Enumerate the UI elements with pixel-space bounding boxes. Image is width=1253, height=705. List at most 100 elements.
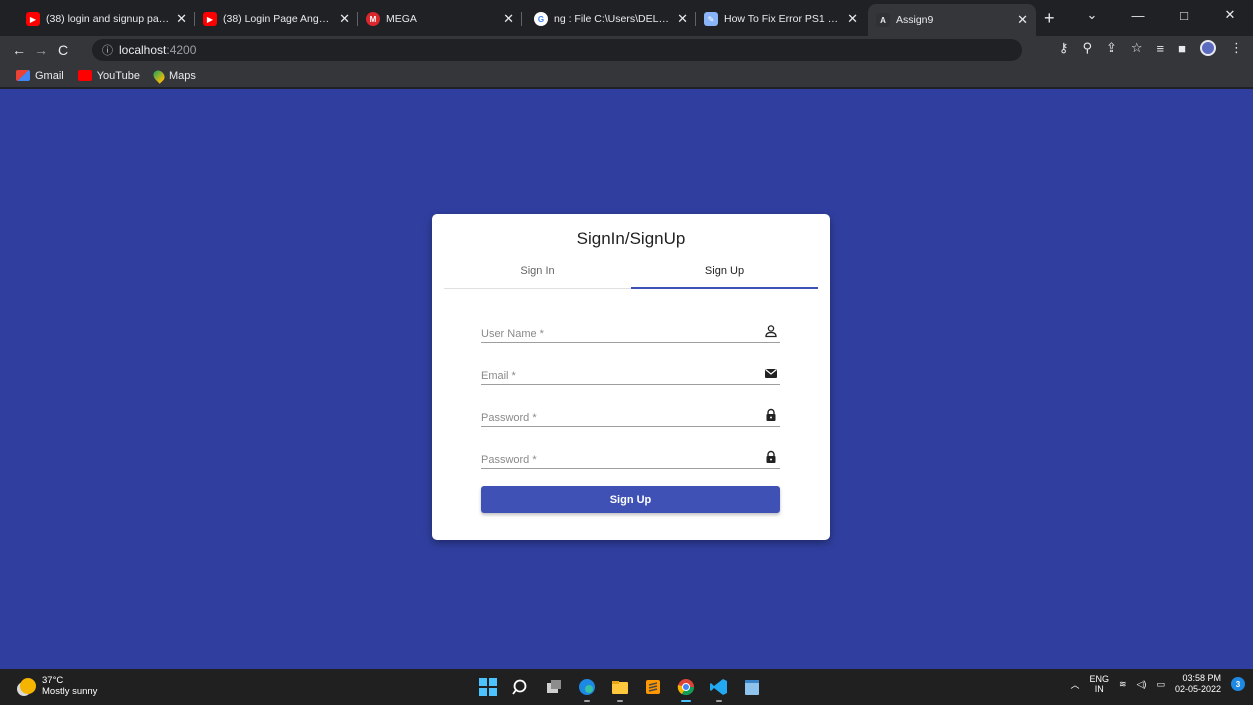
- lang-bottom: IN: [1094, 684, 1104, 694]
- active-indicator: [681, 700, 691, 702]
- mega-icon: M: [366, 12, 380, 26]
- menu-icon[interactable]: ⋮: [1230, 40, 1243, 56]
- lock-icon: [766, 408, 776, 421]
- confirm-password-input[interactable]: [481, 454, 751, 466]
- taskbar-apps: [476, 675, 764, 702]
- chrome-icon[interactable]: [674, 675, 698, 702]
- page-background: SignIn/SignUp Sign In Sign Up User Name …: [0, 89, 1253, 669]
- start-icon[interactable]: [476, 675, 500, 699]
- tab-search-icon[interactable]: ⌄: [1069, 7, 1115, 23]
- sign-up-button[interactable]: Sign Up: [481, 486, 780, 513]
- password-field: [481, 397, 780, 427]
- windows-taskbar: 37°C Mostly sunny ︿ ENG IN ≋ ◁) ▭ 03:58 …: [0, 669, 1253, 705]
- edge-icon[interactable]: [575, 675, 599, 702]
- notification-badge[interactable]: 3: [1231, 677, 1245, 691]
- bookmark-youtube[interactable]: YouTube: [77, 69, 140, 82]
- new-tab-button[interactable]: +: [1044, 9, 1055, 27]
- url-host: localhost: [119, 43, 167, 57]
- reading-list-icon[interactable]: ≡: [1157, 41, 1165, 56]
- maps-icon: [151, 67, 167, 84]
- running-indicator: [617, 700, 623, 702]
- weather-sun-icon: [20, 678, 36, 694]
- profile-avatar[interactable]: [1200, 40, 1216, 56]
- forward-icon[interactable]: →: [30, 42, 52, 58]
- clock-date: 02-05-2022: [1174, 684, 1221, 694]
- confirm-password-field: [481, 439, 780, 469]
- star-icon[interactable]: ☆: [1131, 40, 1143, 56]
- close-icon[interactable]: ✕: [847, 11, 858, 27]
- wifi-icon[interactable]: ≋: [1119, 679, 1127, 690]
- bookmark-gmail[interactable]: Gmail: [16, 70, 64, 82]
- browser-tab-active[interactable]: A Assign9 ✕: [868, 4, 1036, 36]
- close-window-icon[interactable]: ✕: [1207, 7, 1253, 23]
- username-input[interactable]: [481, 328, 751, 340]
- password-input[interactable]: [481, 412, 751, 424]
- system-tray: ︿ ENG IN ≋ ◁) ▭ 03:58 PM 02-05-2022 3: [1070, 673, 1245, 695]
- lang-top: ENG: [1089, 674, 1109, 684]
- toolbar-actions: ⚷ ⚲ ⇪ ☆ ≡ ■ ⋮: [1059, 40, 1243, 56]
- tab-title: ng : File C:\Users\DELL\App: [554, 13, 671, 25]
- file-explorer-icon[interactable]: [608, 675, 632, 702]
- side-panel-icon[interactable]: ■: [1178, 41, 1186, 56]
- search-icon[interactable]: [509, 675, 533, 699]
- tab-sign-up[interactable]: Sign Up: [631, 259, 818, 289]
- maximize-icon[interactable]: □: [1161, 8, 1207, 23]
- window-controls: ⌄ — □ ✕: [1069, 0, 1253, 30]
- person-icon: [765, 325, 777, 338]
- minimize-icon[interactable]: —: [1115, 8, 1161, 23]
- back-icon[interactable]: ←: [8, 42, 30, 58]
- tab-title: (38) login and signup page: [46, 13, 171, 25]
- browser-tab[interactable]: ✎ How To Fix Error PS1 Can N ✕: [696, 4, 866, 34]
- email-input[interactable]: [481, 370, 751, 382]
- auth-card: SignIn/SignUp Sign In Sign Up User Name …: [432, 214, 830, 540]
- running-indicator: [584, 700, 590, 702]
- bookmark-label: Maps: [168, 69, 196, 82]
- browser-toolbar: ← → C ⓘ localhost:4200 ⚷ ⚲ ⇪ ☆ ≡ ■ ⋮: [0, 36, 1253, 64]
- browser-tab[interactable]: ▶ (38) login and signup page ✕: [18, 4, 195, 34]
- share-icon[interactable]: ⇪: [1106, 40, 1117, 56]
- gmail-icon: [16, 70, 30, 81]
- close-icon[interactable]: ✕: [339, 11, 350, 27]
- bookmark-label: YouTube: [96, 69, 140, 82]
- auth-tabs: Sign In Sign Up: [444, 259, 818, 289]
- battery-icon[interactable]: ▭: [1156, 679, 1165, 690]
- key-icon[interactable]: ⚷: [1059, 40, 1069, 56]
- vscode-icon[interactable]: [707, 675, 731, 702]
- sublime-icon[interactable]: [641, 675, 665, 699]
- weather-widget[interactable]: 37°C Mostly sunny: [20, 675, 97, 697]
- info-icon[interactable]: ⓘ: [102, 42, 113, 58]
- chevron-up-icon[interactable]: ︿: [1070, 678, 1079, 691]
- clock[interactable]: 03:58 PM 02-05-2022: [1175, 673, 1221, 695]
- task-view-icon[interactable]: [542, 675, 566, 699]
- card-title: SignIn/SignUp: [576, 229, 686, 248]
- browser-tab[interactable]: M MEGA ✕: [358, 4, 522, 34]
- close-icon[interactable]: ✕: [503, 11, 514, 27]
- bookmark-label: Gmail: [35, 69, 64, 82]
- browser-tab-strip: ▶ (38) login and signup page ✕ ▶ (38) Lo…: [0, 0, 1253, 36]
- bookmark-maps[interactable]: Maps: [151, 67, 196, 84]
- zoom-icon[interactable]: ⚲: [1082, 40, 1092, 56]
- google-icon: G: [534, 12, 548, 26]
- close-icon[interactable]: ✕: [677, 11, 688, 27]
- youtube-icon: ▶: [26, 12, 40, 26]
- url-port: :4200: [166, 43, 197, 57]
- bookmarks-bar: Gmail YouTube Maps: [0, 64, 1253, 88]
- browser-tab[interactable]: G ng : File C:\Users\DELL\App ✕: [526, 4, 696, 34]
- tab-sign-in[interactable]: Sign In: [444, 259, 631, 288]
- running-indicator: [716, 700, 722, 702]
- close-icon[interactable]: ✕: [176, 11, 187, 27]
- notepad-icon[interactable]: [740, 675, 764, 699]
- language-indicator[interactable]: ENG IN: [1089, 674, 1109, 694]
- weather-text: Mostly sunny: [42, 686, 98, 697]
- close-icon[interactable]: ✕: [1017, 12, 1028, 28]
- weather-temp: 37°C: [42, 675, 64, 686]
- volume-icon[interactable]: ◁): [1137, 679, 1147, 690]
- youtube-icon: ▶: [203, 12, 217, 26]
- reload-icon[interactable]: C: [52, 42, 74, 58]
- clock-time: 03:58 PM: [1182, 673, 1221, 683]
- lock-icon: [766, 450, 776, 463]
- tab-title: Assign9: [896, 14, 934, 26]
- address-bar[interactable]: ⓘ localhost:4200: [92, 39, 1022, 61]
- browser-tab[interactable]: ▶ (38) Login Page Angular 5 - ✕: [195, 4, 358, 34]
- tab-title: (38) Login Page Angular 5 -: [223, 13, 334, 25]
